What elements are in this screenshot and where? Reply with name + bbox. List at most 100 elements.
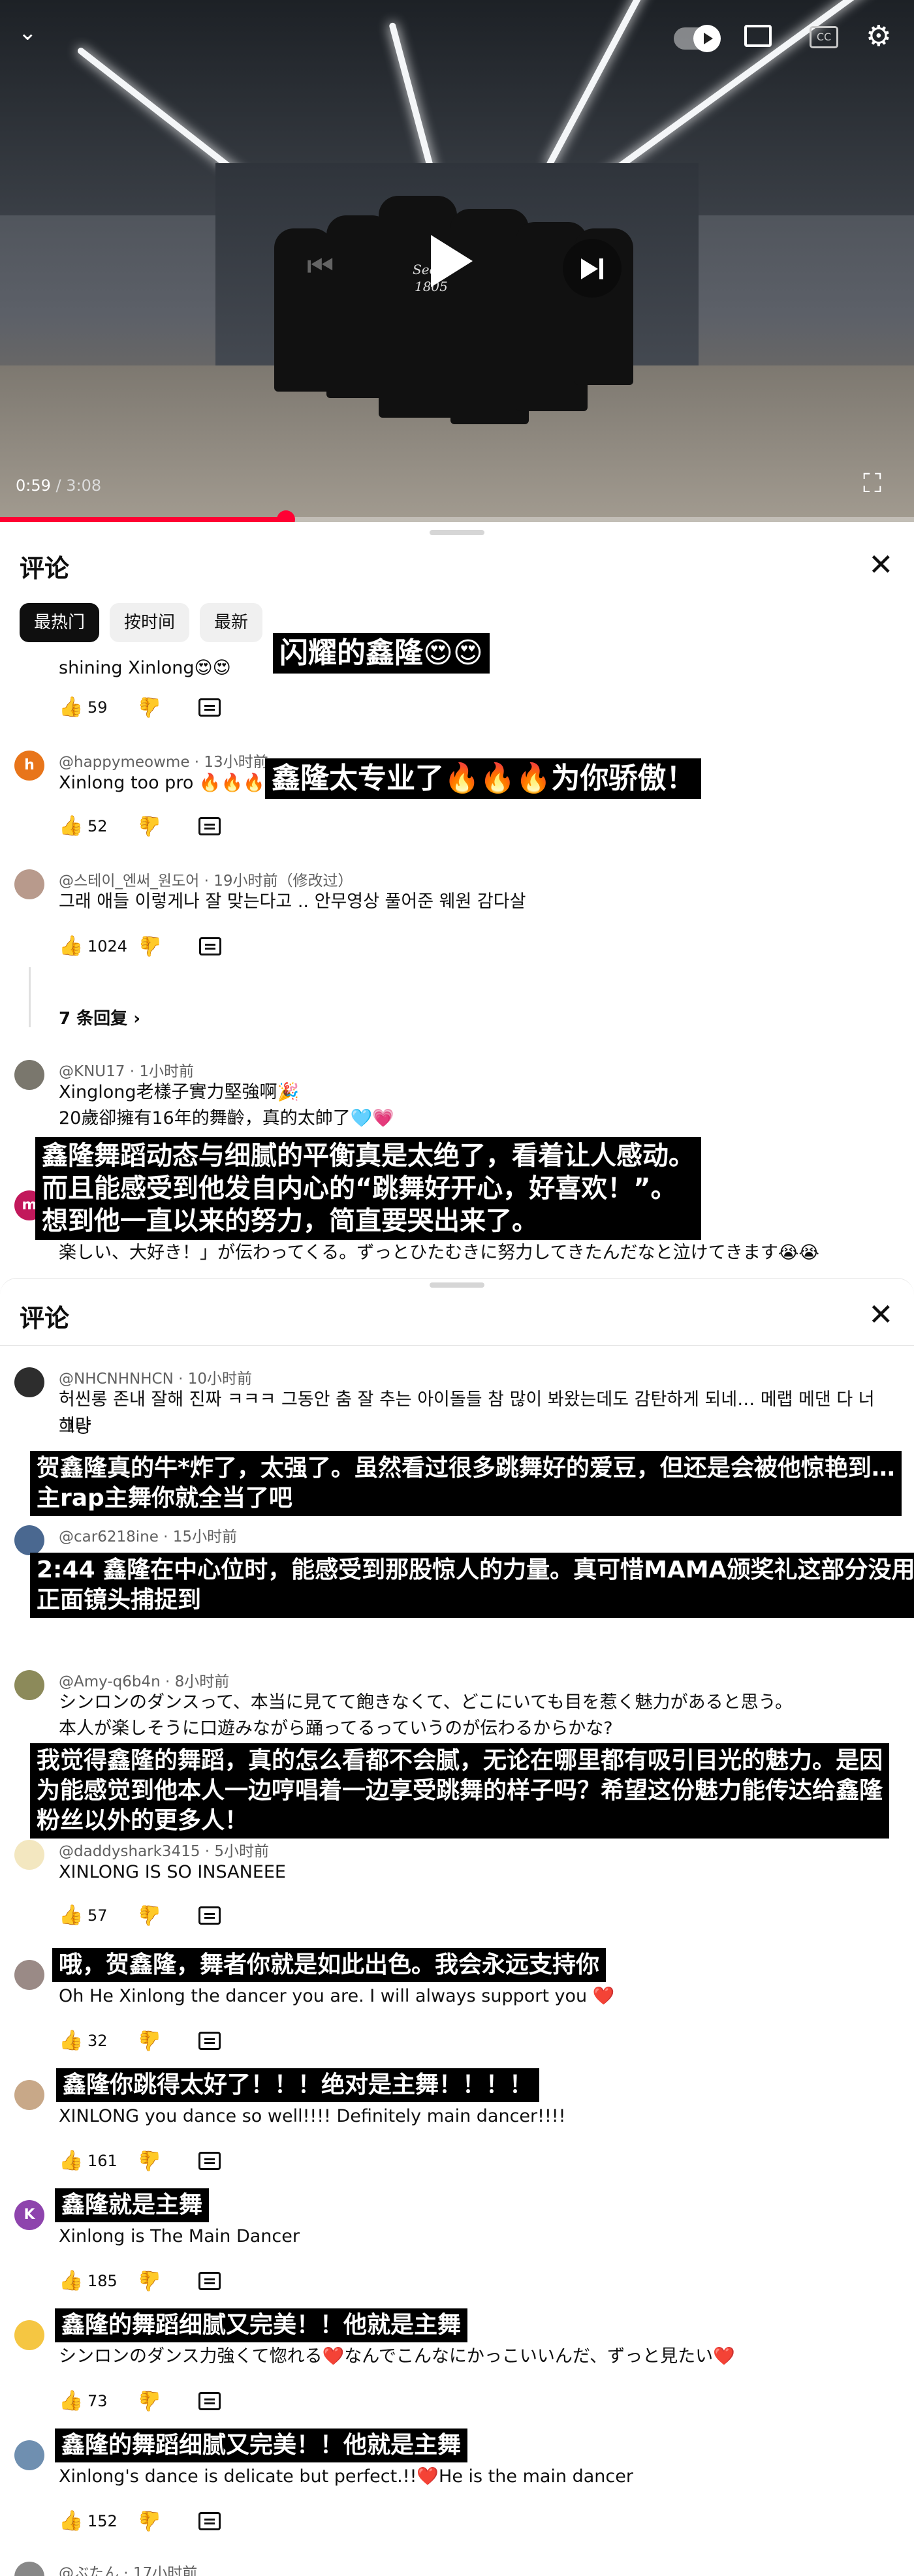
comment-actions: 👍 1024 👍 [59, 935, 222, 957]
tab-by-time[interactable]: 按时间 [110, 603, 190, 642]
comment-actions: 👍 161 👍 [59, 2149, 221, 2172]
captions-icon[interactable]: CC [810, 26, 838, 48]
reply-icon[interactable] [198, 2271, 221, 2290]
dislike-icon[interactable]: 👍 [138, 2029, 162, 2052]
current-time: 0:59 [16, 476, 51, 495]
close-icon[interactable]: ✕ [868, 1299, 894, 1329]
dislike-icon[interactable]: 👍 [138, 935, 163, 957]
close-icon[interactable]: ✕ [868, 550, 894, 580]
play-icon[interactable] [431, 235, 473, 287]
like-icon[interactable]: 👍 [59, 935, 83, 957]
like-icon[interactable]: 👍 [59, 696, 83, 718]
avatar[interactable] [14, 2320, 44, 2350]
dislike-icon[interactable]: 👍 [138, 2269, 162, 2292]
reply-icon[interactable] [198, 2151, 221, 2170]
comment-text: XINLONG IS SO INSANEEE [59, 1862, 286, 1882]
reply-icon[interactable] [198, 2391, 221, 2410]
dislike-icon[interactable]: 👍 [138, 2149, 162, 2172]
drag-handle[interactable] [430, 1282, 484, 1288]
view-replies-link[interactable]: 7 条回复 › [59, 1005, 140, 1029]
avatar[interactable] [14, 2562, 44, 2576]
caption-line: 正面镜头捕捉到 [37, 1587, 202, 1613]
like-icon[interactable]: 👍 [59, 2030, 83, 2051]
time-display: 0:59 / 3:08 [16, 476, 101, 495]
comment-handle[interactable]: @ぶたん [59, 2565, 119, 2576]
dislike-icon[interactable]: 👍 [138, 1904, 162, 1927]
avatar[interactable] [14, 1525, 44, 1555]
dislike-icon[interactable]: 👍 [138, 696, 162, 719]
comment-handle[interactable]: @KNU17 [59, 1063, 125, 1080]
translation-caption: 鑫隆你跳得太好了！！！绝对是主舞！！！！ [56, 2068, 540, 2102]
avatar[interactable] [14, 2080, 44, 2110]
avatar[interactable] [14, 1670, 44, 1700]
fullscreen-icon[interactable]: ⛶ [863, 469, 893, 499]
autoplay-play-icon [693, 25, 721, 52]
tab-top[interactable]: 最热门 [20, 603, 100, 642]
reply-icon[interactable] [198, 2031, 221, 2050]
previous-icon: ⏮ [307, 248, 334, 283]
comment-time: 13小时前 [204, 754, 268, 771]
settings-gear-icon[interactable]: ⚙ [866, 20, 891, 53]
video-player[interactable]: Seoul 1805 ⌄ CC ⚙ ⏮ 0:59 / 3:08 ⛶ [0, 0, 914, 522]
comment-text: Xinlong is The Main Dancer [59, 2226, 300, 2246]
comment-handle[interactable]: @NHCNHNHCN [59, 1371, 174, 1388]
like-icon[interactable]: 👍 [59, 2270, 83, 2291]
comment-time: 5小时前 [214, 1843, 270, 1860]
like-icon[interactable]: 👍 [59, 815, 83, 837]
next-video-icon[interactable] [563, 239, 622, 298]
like-count: 185 [87, 2271, 118, 2290]
dislike-icon[interactable]: 👍 [138, 2509, 162, 2532]
avatar[interactable] [14, 1367, 44, 1397]
comment-text: 楽しい、大好き！」が伝わってくる。ずっとひたむきに努力してきたんだなと泣けてきま… [59, 1243, 819, 1263]
reply-icon[interactable] [198, 816, 221, 835]
comment-actions: 👍 185 👍 [59, 2269, 221, 2292]
reply-icon[interactable] [199, 937, 222, 955]
like-count: 59 [87, 698, 108, 717]
comment-time: 17小时前 [133, 2565, 198, 2576]
avatar[interactable] [14, 1840, 44, 1870]
avatar[interactable]: h [14, 751, 44, 781]
progress-bar[interactable] [0, 510, 914, 522]
caption-line: 鑫隆舞蹈动态与细腻的平衡真是太绝了，看着让人感动。 [42, 1141, 695, 1171]
like-count: 1024 [87, 937, 128, 955]
comments-title: 评论 [20, 1304, 70, 1333]
comment-handle[interactable]: @car6218ine [59, 1529, 159, 1545]
comment-handle[interactable]: @happymeowme [59, 754, 189, 771]
comment-actions: 👍 152 👍 [59, 2509, 221, 2532]
caption-line: 想到他一直以来的努力，简直要哭出来了。 [42, 1206, 538, 1236]
like-count: 32 [87, 2031, 108, 2050]
comment-meta: @car6218ine · 15小时前 [59, 1529, 238, 1545]
like-icon[interactable]: 👍 [59, 2510, 83, 2532]
dislike-icon[interactable]: 👍 [138, 815, 162, 837]
caption-line: 主rap主舞你就全当了吧 [37, 1485, 292, 1512]
caption-line: 贺鑫隆真的牛*炸了，太强了。虽然看过很多跳舞好的爱豆，但还是会被他惊艳到… [37, 1455, 895, 1482]
avatar[interactable] [14, 869, 44, 899]
avatar[interactable]: K [14, 2200, 44, 2230]
dislike-icon[interactable]: 👍 [138, 2389, 162, 2412]
caption-line: 2:44 鑫隆在中心位时，能感受到那股惊人的力量。真可惜MAMA颁奖礼这部分没用 [37, 1557, 914, 1583]
like-count: 161 [87, 2151, 118, 2170]
collapse-chevron-icon[interactable]: ⌄ [18, 20, 37, 46]
comment-time: 8小时前 [174, 1673, 230, 1690]
comment-meta: @happymeowme · 13小时前 [59, 754, 268, 771]
comment-handle[interactable]: @스테이_엔써_원도어 [59, 873, 199, 890]
comment-handle[interactable]: @Amy-q6b4n [59, 1673, 161, 1690]
reply-icon[interactable] [198, 2511, 221, 2530]
tab-newest[interactable]: 最新 [200, 603, 263, 642]
avatar[interactable] [14, 1960, 44, 1990]
duration: 3:08 [66, 476, 102, 495]
like-icon[interactable]: 👍 [59, 2150, 83, 2171]
drag-handle[interactable] [430, 530, 484, 535]
like-icon[interactable]: 👍 [59, 1904, 83, 1926]
comment-time: 1小时前 [139, 1063, 194, 1080]
comment-text: シンロンのダンス力強くて惚れる❤️なんでこんなにかっこいいんだ、ずっと見たい❤️ [59, 2346, 735, 2367]
comment-handle[interactable]: @daddyshark3415 [59, 1843, 200, 1860]
avatar[interactable] [14, 2440, 44, 2470]
reply-icon[interactable] [198, 698, 221, 717]
comment-actions: 👍 32 👍 [59, 2029, 221, 2052]
like-count: 52 [87, 816, 108, 835]
reply-icon[interactable] [198, 1906, 221, 1925]
like-icon[interactable]: 👍 [59, 2390, 83, 2412]
avatar[interactable] [14, 1060, 44, 1090]
cast-icon[interactable] [744, 25, 772, 47]
